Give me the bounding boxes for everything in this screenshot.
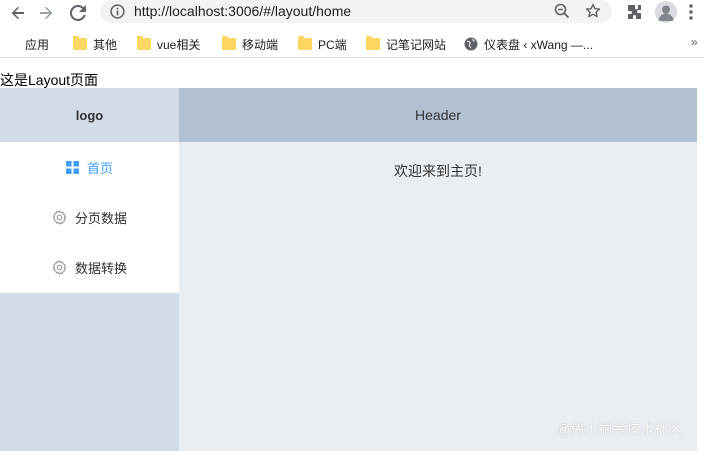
bookmark-label: 记笔记网站 <box>386 37 447 52</box>
bookmarks-bar: 应用 其他 vue相关 移动端 PC端 记笔记网站 仪表盘 ‹ xWang —.… <box>0 30 704 58</box>
folder-icon <box>222 36 236 50</box>
address-bar[interactable]: http://localhost:3006/#/layout/home <box>100 0 612 23</box>
folder-icon <box>366 36 380 50</box>
page-header: Header <box>179 88 697 142</box>
gear-icon <box>52 259 67 275</box>
menu-item-home[interactable]: 首页 <box>0 142 179 192</box>
folder-icon <box>137 36 151 50</box>
bookmark-label: PC端 <box>318 37 347 52</box>
sidebar: logo 首页 分页数据 数据转换 <box>0 88 179 451</box>
zoom-icon[interactable] <box>554 3 570 19</box>
watermark: @稀土掘金技术社区 <box>556 421 683 437</box>
back-button[interactable] <box>7 2 29 24</box>
bookmark-pc[interactable]: PC端 <box>298 35 347 53</box>
app-layout: logo 首页 分页数据 数据转换 Header 欢迎来到主页! <box>0 88 697 451</box>
url-text[interactable]: http://localhost:3006/#/layout/home <box>134 3 351 19</box>
folder-icon <box>298 36 312 50</box>
reload-button[interactable] <box>67 2 89 24</box>
welcome-text: 欢迎来到主页! <box>394 163 482 179</box>
bookmark-star-icon[interactable] <box>585 3 601 19</box>
bookmark-apps[interactable]: 应用 <box>7 35 49 53</box>
menu-item-label: 分页数据 <box>74 210 127 226</box>
more-vert-icon[interactable] <box>688 3 694 21</box>
main-content: 欢迎来到主页! <box>179 142 697 451</box>
reload-icon <box>70 5 86 21</box>
bookmark-label: 其他 <box>93 37 118 52</box>
bookmark-label: 仪表盘 ‹ xWang —... <box>484 37 593 52</box>
person-icon <box>658 5 674 21</box>
menu-item-label: 数据转换 <box>74 260 127 276</box>
folder-icon <box>73 36 87 50</box>
bookmark-other[interactable]: 其他 <box>73 35 117 53</box>
bookmark-notes[interactable]: 记笔记网站 <box>366 35 446 53</box>
menu-item-label: 首页 <box>86 160 113 176</box>
bookmark-label: 移动端 <box>242 37 279 52</box>
bookmark-dashboard[interactable]: 仪表盘 ‹ xWang —... <box>464 35 593 53</box>
bookmark-mobile[interactable]: 移动端 <box>222 35 278 53</box>
arrow-right-icon <box>40 6 53 20</box>
menu-item-data-convert[interactable]: 数据转换 <box>0 242 179 292</box>
arrow-left-icon <box>11 6 24 20</box>
menu-item-paged-data[interactable]: 分页数据 <box>0 192 179 242</box>
profile-avatar[interactable] <box>655 1 677 23</box>
logo: logo <box>75 107 104 123</box>
forward-button[interactable] <box>35 2 57 24</box>
layout-intro-text: 这是Layout页面 <box>0 72 99 88</box>
grid-icon <box>65 160 79 174</box>
bookmark-label: vue相关 <box>157 37 201 52</box>
bookmark-label: 应用 <box>25 37 50 52</box>
more-bookmarks-button[interactable]: » <box>691 35 698 49</box>
bookmark-vue[interactable]: vue相关 <box>137 35 200 53</box>
sidebar-menu: 首页 分页数据 数据转换 <box>0 142 179 293</box>
apps-grid-icon <box>7 38 19 50</box>
gear-icon <box>52 209 67 225</box>
info-icon[interactable] <box>110 4 125 19</box>
browser-toolbar: http://localhost:3006/#/layout/home <box>0 0 704 26</box>
extensions-puzzle-icon[interactable] <box>625 3 643 21</box>
globe-icon <box>464 37 478 51</box>
